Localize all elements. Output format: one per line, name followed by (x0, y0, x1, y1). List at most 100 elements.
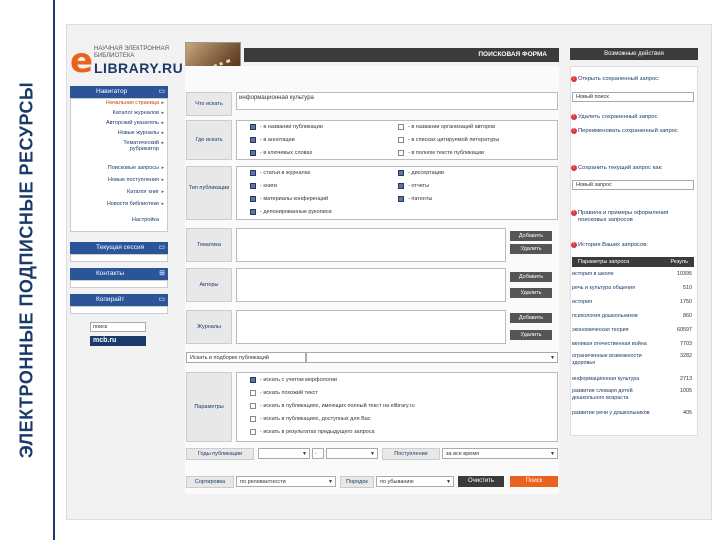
history-row[interactable]: информационная культура 2713 (572, 376, 694, 383)
chevron-right-icon: ▸ (161, 189, 164, 195)
history-col-params: Параметры запроса (578, 259, 630, 265)
session-header[interactable]: Текущая сессия ▭ (70, 242, 168, 254)
checkbox-has-fulltext[interactable] (250, 403, 256, 409)
chevron-right-icon: ▸ (161, 177, 164, 183)
rename-saved-link[interactable]: Переименовать сохраненный запрос (578, 128, 696, 135)
checkbox-org[interactable] (398, 124, 404, 130)
checkbox-fulltext[interactable] (398, 150, 404, 156)
expand-icon[interactable]: ▭ (158, 242, 165, 254)
checkbox-dissertations[interactable] (398, 170, 404, 176)
checkbox-morphology[interactable] (250, 377, 256, 383)
grid-icon[interactable]: ⊞ (159, 268, 165, 280)
mcb-banner[interactable]: mcb.ru (90, 336, 146, 346)
copyright-header[interactable]: Копирайт ▭ (70, 294, 168, 306)
year-dash: - (312, 448, 324, 459)
chevron-down-icon: ▼ (328, 479, 333, 485)
delete-saved-link[interactable]: Удалить сохраненный запрос (578, 114, 696, 121)
checkbox-available[interactable] (250, 416, 256, 422)
history-row[interactable]: великая отечественная война 7703 (572, 341, 694, 348)
checkbox-reports[interactable] (398, 183, 404, 189)
history-row[interactable]: развитие речи у дошкольников 405 (572, 410, 694, 417)
save-name-value: Новый запрос (576, 182, 612, 188)
option-label: - отчеты (408, 183, 430, 189)
actions-header: Возможные действия (570, 48, 698, 60)
clear-button[interactable]: Очистить (458, 476, 504, 487)
nav-item-news[interactable]: Новости библиотеки (73, 201, 159, 207)
nav-item-home[interactable]: Начальная страница (73, 100, 159, 106)
history-row[interactable]: речь и культура общения 510 (572, 285, 694, 292)
save-name-input[interactable]: Новый запрос (572, 180, 694, 190)
history-table-header: Параметры запроса Резуль (572, 257, 694, 267)
chevron-right-icon: ▸ (161, 201, 164, 207)
year-from-select[interactable]: ▼ (258, 448, 310, 459)
option-label: - книги (260, 183, 277, 189)
year-to-select[interactable]: ▼ (326, 448, 378, 459)
nav-item-new-journals[interactable]: Новые журналы (73, 130, 159, 136)
search-button[interactable]: Поиск (510, 476, 558, 487)
years-label: Годы публикации (186, 448, 254, 460)
sidebar-search-input[interactable]: поиск (90, 322, 146, 332)
history-count: 1005 (680, 388, 692, 394)
history-query: психология дошкольников (572, 313, 638, 319)
collapse-icon[interactable]: ▭ (158, 86, 165, 98)
checkbox-conferences[interactable] (250, 196, 256, 202)
rules-link[interactable]: Правила и примеры оформления поисковых з… (578, 210, 696, 224)
option-label: - искать с учетом морфологии (260, 377, 337, 383)
checkbox-title[interactable] (250, 124, 256, 130)
history-count: 60597 (677, 327, 692, 333)
save-icon: ! (571, 165, 577, 171)
arrival-select[interactable]: за все время ▼ (442, 448, 558, 459)
what-input[interactable]: информационная культура (236, 92, 558, 110)
nav-item-journals[interactable]: Каталог журналов (73, 110, 159, 116)
checkbox-books[interactable] (250, 183, 256, 189)
order-select[interactable]: по убыванию ▼ (376, 476, 454, 487)
source-select[interactable]: Искать в подборке публикаций (186, 352, 306, 363)
journals-delete-button[interactable]: Удалить (510, 330, 552, 340)
history-icon: ! (571, 242, 577, 248)
nav-item-queries[interactable]: Поисковые запросы (73, 165, 159, 171)
nav-item-books[interactable]: Каталог книг (73, 189, 159, 195)
authors-field[interactable] (236, 268, 506, 302)
contacts-header[interactable]: Контакты ⊞ (70, 268, 168, 280)
option-label: - депонированные рукописи (260, 209, 332, 215)
checkbox-refs[interactable] (398, 137, 404, 143)
chevron-right-icon: ▸ (161, 130, 164, 136)
checkbox-articles[interactable] (250, 170, 256, 176)
checkbox-abstract[interactable] (250, 137, 256, 143)
history-row[interactable]: экономическая теория 60597 (572, 327, 694, 334)
nav-item-new-arrivals[interactable]: Новые поступления (73, 177, 159, 183)
arrival-label: Поступление (382, 448, 440, 460)
history-row[interactable]: история в школе 10395 (572, 271, 694, 278)
saved-query-select[interactable]: Новый поиск (572, 92, 694, 102)
nav-item-authors[interactable]: Авторский указатель (73, 120, 159, 126)
nav-item-rubricator[interactable]: Тематический рубрикатор (99, 140, 159, 152)
checkbox-previous[interactable] (250, 429, 256, 435)
topic-field[interactable] (236, 228, 506, 262)
history-row[interactable]: психология дошкольников 860 (572, 313, 694, 320)
elibrary-logo[interactable]: e НАУЧНАЯ ЭЛЕКТРОННАЯ БИБЛИОТЕКА LIBRARY… (70, 44, 183, 78)
checkbox-similar[interactable] (250, 390, 256, 396)
history-query: развитие речи у дошкольников (572, 410, 650, 416)
history-row[interactable]: история 1750 (572, 299, 694, 306)
topic-delete-button[interactable]: Удалить (510, 244, 552, 254)
topic-add-button[interactable]: Добавить (510, 231, 552, 241)
option-label: - статьи в журналах (260, 170, 311, 176)
save-current-label: Сохранить текущий запрос как: (578, 165, 663, 171)
chevron-right-icon: ▸ (161, 100, 164, 106)
checkbox-patents[interactable] (398, 196, 404, 202)
source-dropdown[interactable]: ▼ (306, 352, 558, 363)
authors-delete-button[interactable]: Удалить (510, 288, 552, 298)
history-label: История Ваших запросов: (578, 242, 648, 248)
option-label: - материалы конференций (260, 196, 329, 202)
nav-item-settings[interactable]: Настройка (73, 217, 159, 223)
journals-field[interactable] (236, 310, 506, 344)
option-label: - искать в результатах предыдущего запро… (260, 429, 375, 435)
option-label: - искать похожий текст (260, 390, 318, 396)
side-title-strip: ЭЛЕКТРОННЫЕ ПОДПИСНЫЕ РЕСУРСЫ (0, 0, 55, 540)
checkbox-manuscripts[interactable] (250, 209, 256, 215)
journals-add-button[interactable]: Добавить (510, 313, 552, 323)
sort-select[interactable]: по релевантности ▼ (236, 476, 336, 487)
authors-add-button[interactable]: Добавить (510, 272, 552, 282)
checkbox-keywords[interactable] (250, 150, 256, 156)
expand-icon[interactable]: ▭ (158, 294, 165, 306)
